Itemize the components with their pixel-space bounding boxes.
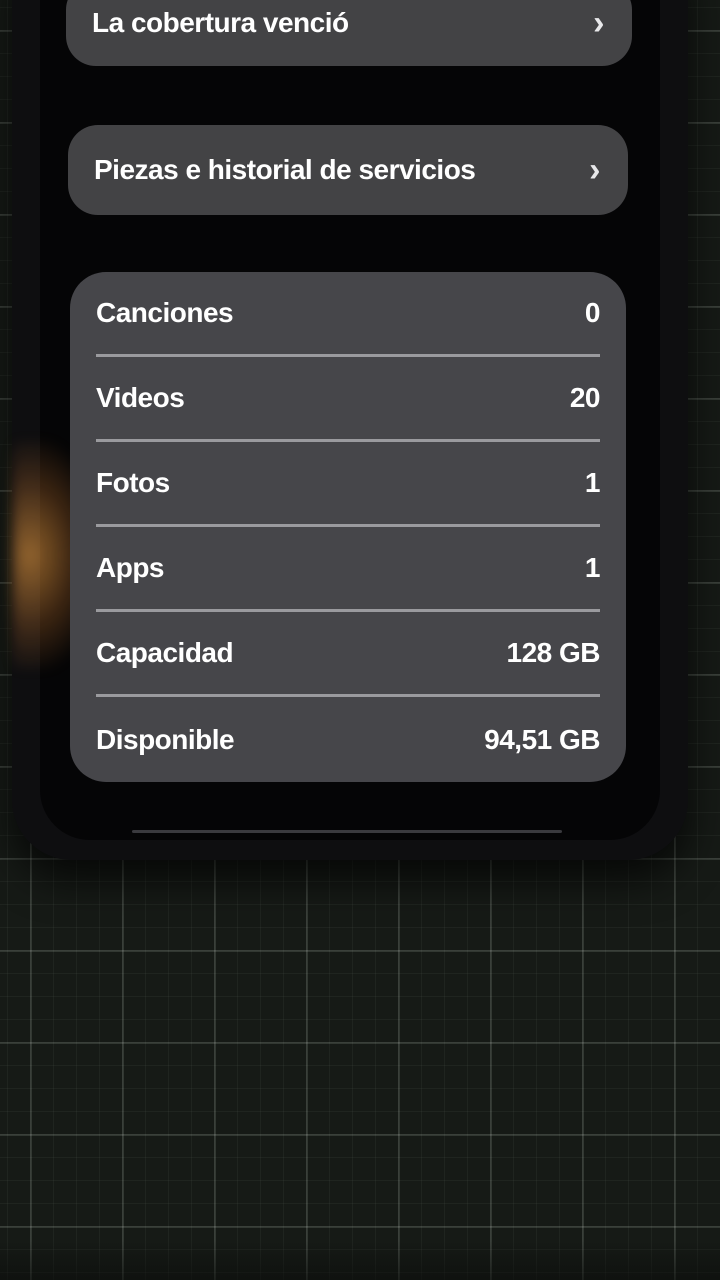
storage-stats-group: Canciones 0 Videos 20 Fotos 1 Apps 1 Cap…: [70, 272, 626, 782]
stat-row-videos: Videos 20: [96, 357, 601, 442]
stat-label: Canciones: [96, 297, 234, 328]
stat-label: Videos: [96, 382, 185, 413]
chevron-right-icon: ›: [593, 3, 604, 42]
mat-ruler-edge: [0, 1240, 720, 1280]
parts-service-history-label: Piezas e historial de servicios: [94, 154, 476, 185]
stat-row-available: Disponible 94,51 GB: [96, 697, 600, 782]
stat-value: 0: [584, 297, 601, 328]
stat-row-apps: Apps 1: [96, 527, 601, 612]
coverage-expired-label: La cobertura venció: [92, 7, 349, 38]
stat-label: Capacidad: [96, 637, 234, 668]
stat-row-songs: Canciones 0: [96, 272, 601, 357]
home-indicator: [132, 830, 562, 833]
stat-value: 1: [584, 552, 601, 583]
stat-value: 20: [569, 382, 601, 413]
parts-service-history-row[interactable]: Piezas e historial de servicios ›: [68, 125, 628, 215]
stat-value: 1: [584, 467, 601, 498]
chevron-right-icon: ›: [589, 150, 600, 189]
coverage-expired-row[interactable]: La cobertura venció ›: [66, 0, 632, 66]
stat-label: Apps: [96, 552, 165, 583]
stat-row-photos: Fotos 1: [96, 442, 601, 527]
stat-value: 128 GB: [506, 637, 601, 668]
stat-row-capacity: Capacidad 128 GB: [96, 612, 600, 697]
stat-value: 94,51 GB: [484, 723, 600, 755]
stat-label: Fotos: [96, 467, 170, 498]
stat-label: Disponible: [96, 723, 235, 755]
